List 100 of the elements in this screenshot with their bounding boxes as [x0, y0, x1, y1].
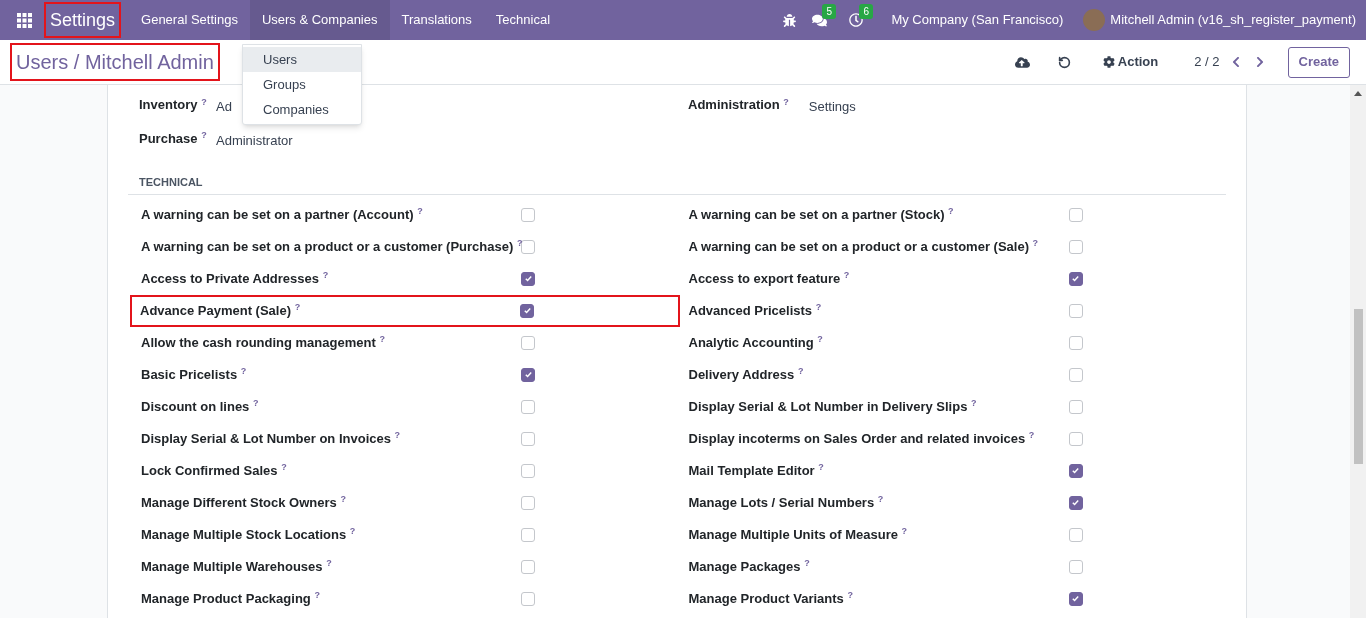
help-tooltip[interactable]: ? [252, 398, 259, 409]
checkmark-icon [1071, 274, 1080, 283]
setting-label: Manage Product Variants $^{?}$ [688, 589, 854, 608]
create-button[interactable]: Create [1287, 46, 1350, 78]
checkbox[interactable] [521, 399, 535, 414]
help-tooltip[interactable]: ? [783, 96, 789, 107]
user-avatar[interactable] [1083, 9, 1106, 31]
checkbox[interactable] [521, 527, 535, 542]
setting-label: A warning can be set on a product or a customer (Purchase) $^{?}$ [141, 237, 521, 256]
checkbox[interactable] [521, 335, 535, 350]
help-tooltip[interactable]: ? [971, 398, 977, 409]
help-tooltip[interactable]: ? [843, 270, 850, 281]
setting-label: Lock Confirmed Sales $^{?}$ [141, 461, 288, 480]
messages-icon[interactable] [812, 12, 828, 28]
help-tooltip[interactable]: ? [201, 130, 207, 140]
help-tooltip[interactable]: ? [948, 206, 954, 217]
checkbox[interactable] [1068, 367, 1083, 382]
help-tooltip[interactable]: ? [417, 206, 423, 217]
notification-badge: 5 [822, 3, 836, 19]
checkbox[interactable] [521, 271, 535, 286]
checkbox[interactable] [1068, 335, 1083, 350]
help-tooltip[interactable]: ? [322, 270, 329, 281]
dropdown-item[interactable]: Users [243, 47, 361, 72]
checkbox[interactable] [521, 463, 535, 478]
setting-label: Manage Multiple Stock Locations $^{?}$ [141, 525, 357, 544]
field-value[interactable]: Settings [808, 97, 856, 117]
checkbox[interactable] [1068, 495, 1083, 510]
help-tooltip[interactable]: ? [815, 302, 822, 313]
checkbox[interactable] [1068, 399, 1083, 414]
help-tooltip[interactable]: ? [340, 494, 346, 505]
activities-icon[interactable] [849, 13, 864, 27]
action-button[interactable]: Action [1117, 52, 1159, 72]
checkbox[interactable] [521, 431, 535, 446]
checkmark-icon [522, 306, 532, 315]
checkbox[interactable] [1068, 303, 1083, 318]
help-tooltip[interactable]: ? [516, 238, 523, 249]
help-tooltip[interactable]: ? [1028, 430, 1035, 441]
company-switcher[interactable]: My Company (San Francisco) [891, 10, 1064, 30]
checkbox[interactable] [1068, 527, 1083, 542]
dropdown-item[interactable]: Groups [243, 72, 361, 97]
checkbox[interactable] [1068, 271, 1083, 286]
settings-icon[interactable] [1102, 56, 1115, 68]
menu-tab[interactable]: Translations [389, 0, 484, 40]
pager-value: 2 / 2 [1194, 53, 1220, 72]
help-tooltip[interactable]: ? [379, 334, 385, 345]
checkbox[interactable] [521, 591, 535, 606]
setting-label: Access to Private Addresses $^{?}$ [141, 269, 330, 288]
help-tooltip[interactable]: ? [294, 302, 301, 313]
setting-label: Manage Product Packaging $^{?}$ [141, 589, 321, 608]
checkmark-icon [1071, 466, 1080, 475]
checkbox[interactable] [521, 239, 535, 254]
debug-icon[interactable] [783, 13, 797, 27]
checkbox[interactable] [1068, 431, 1083, 446]
help-tooltip[interactable]: ? [314, 590, 320, 601]
help-tooltip[interactable]: ? [797, 366, 804, 377]
checkbox[interactable] [520, 303, 534, 318]
help-tooltip[interactable]: ? [901, 526, 908, 537]
checkbox[interactable] [521, 367, 535, 382]
setting-label: Display Serial & Lot Number on Invoices $^{?}$ [141, 429, 402, 448]
checkbox[interactable] [521, 559, 535, 574]
user-menu[interactable]: Mitchell Admin (v16_sh_register_payment) [1110, 10, 1356, 30]
help-tooltip[interactable]: ? [1032, 238, 1039, 249]
menu-tab[interactable]: Technical [483, 0, 563, 40]
setting-label: Manage Multiple Units of Measure $^{?}$ [688, 525, 909, 544]
checkbox[interactable] [1068, 463, 1083, 478]
checkbox[interactable] [1068, 207, 1083, 222]
help-tooltip[interactable]: ? [847, 590, 853, 601]
help-tooltip[interactable]: ? [394, 430, 401, 441]
dropdown-item[interactable]: Companies [243, 97, 361, 122]
help-tooltip[interactable]: ? [817, 334, 823, 345]
scrollbar-thumb[interactable] [1353, 309, 1363, 464]
help-tooltip[interactable]: ? [326, 558, 332, 569]
help-tooltip[interactable]: ? [281, 462, 287, 473]
setting-label: Display incoterms on Sales Order and related invoices $^{?}$ [688, 429, 1036, 448]
scrollbar[interactable] [1350, 85, 1366, 618]
help-tooltip[interactable]: ? [240, 366, 247, 377]
save-icon[interactable] [1014, 54, 1030, 70]
setting-label: Advance Payment (Sale) $^{?}$ [140, 301, 302, 320]
menu-tab[interactable]: Users & Companies [249, 0, 390, 40]
checkbox[interactable] [1068, 239, 1083, 254]
scroll-up-icon[interactable] [1354, 90, 1362, 96]
setting-label: Advanced Pricelists $^{?}$ [688, 301, 823, 320]
setting-label: Access to export feature $^{?}$ [688, 269, 851, 288]
help-tooltip[interactable]: ? [349, 526, 356, 537]
help-tooltip[interactable]: ? [818, 462, 824, 473]
checkbox[interactable] [521, 207, 535, 222]
field-value[interactable]: Ad [216, 97, 232, 117]
apps-menu-icon[interactable] [17, 12, 32, 28]
help-tooltip[interactable]: ? [877, 494, 884, 505]
menu-tab[interactable]: General Settings [129, 0, 250, 40]
checkbox[interactable] [1068, 591, 1083, 606]
app-title[interactable]: Settings [44, 2, 122, 38]
checkmark-icon [1071, 498, 1080, 507]
discard-icon[interactable] [1057, 55, 1071, 69]
help-tooltip[interactable]: ? [804, 558, 810, 569]
checkbox[interactable] [521, 495, 535, 510]
field-value[interactable]: Administrator [216, 130, 293, 150]
help-tooltip[interactable]: ? [201, 96, 207, 107]
checkbox[interactable] [1068, 559, 1083, 574]
breadcrumb[interactable]: Users / Mitchell Admin [10, 43, 220, 81]
